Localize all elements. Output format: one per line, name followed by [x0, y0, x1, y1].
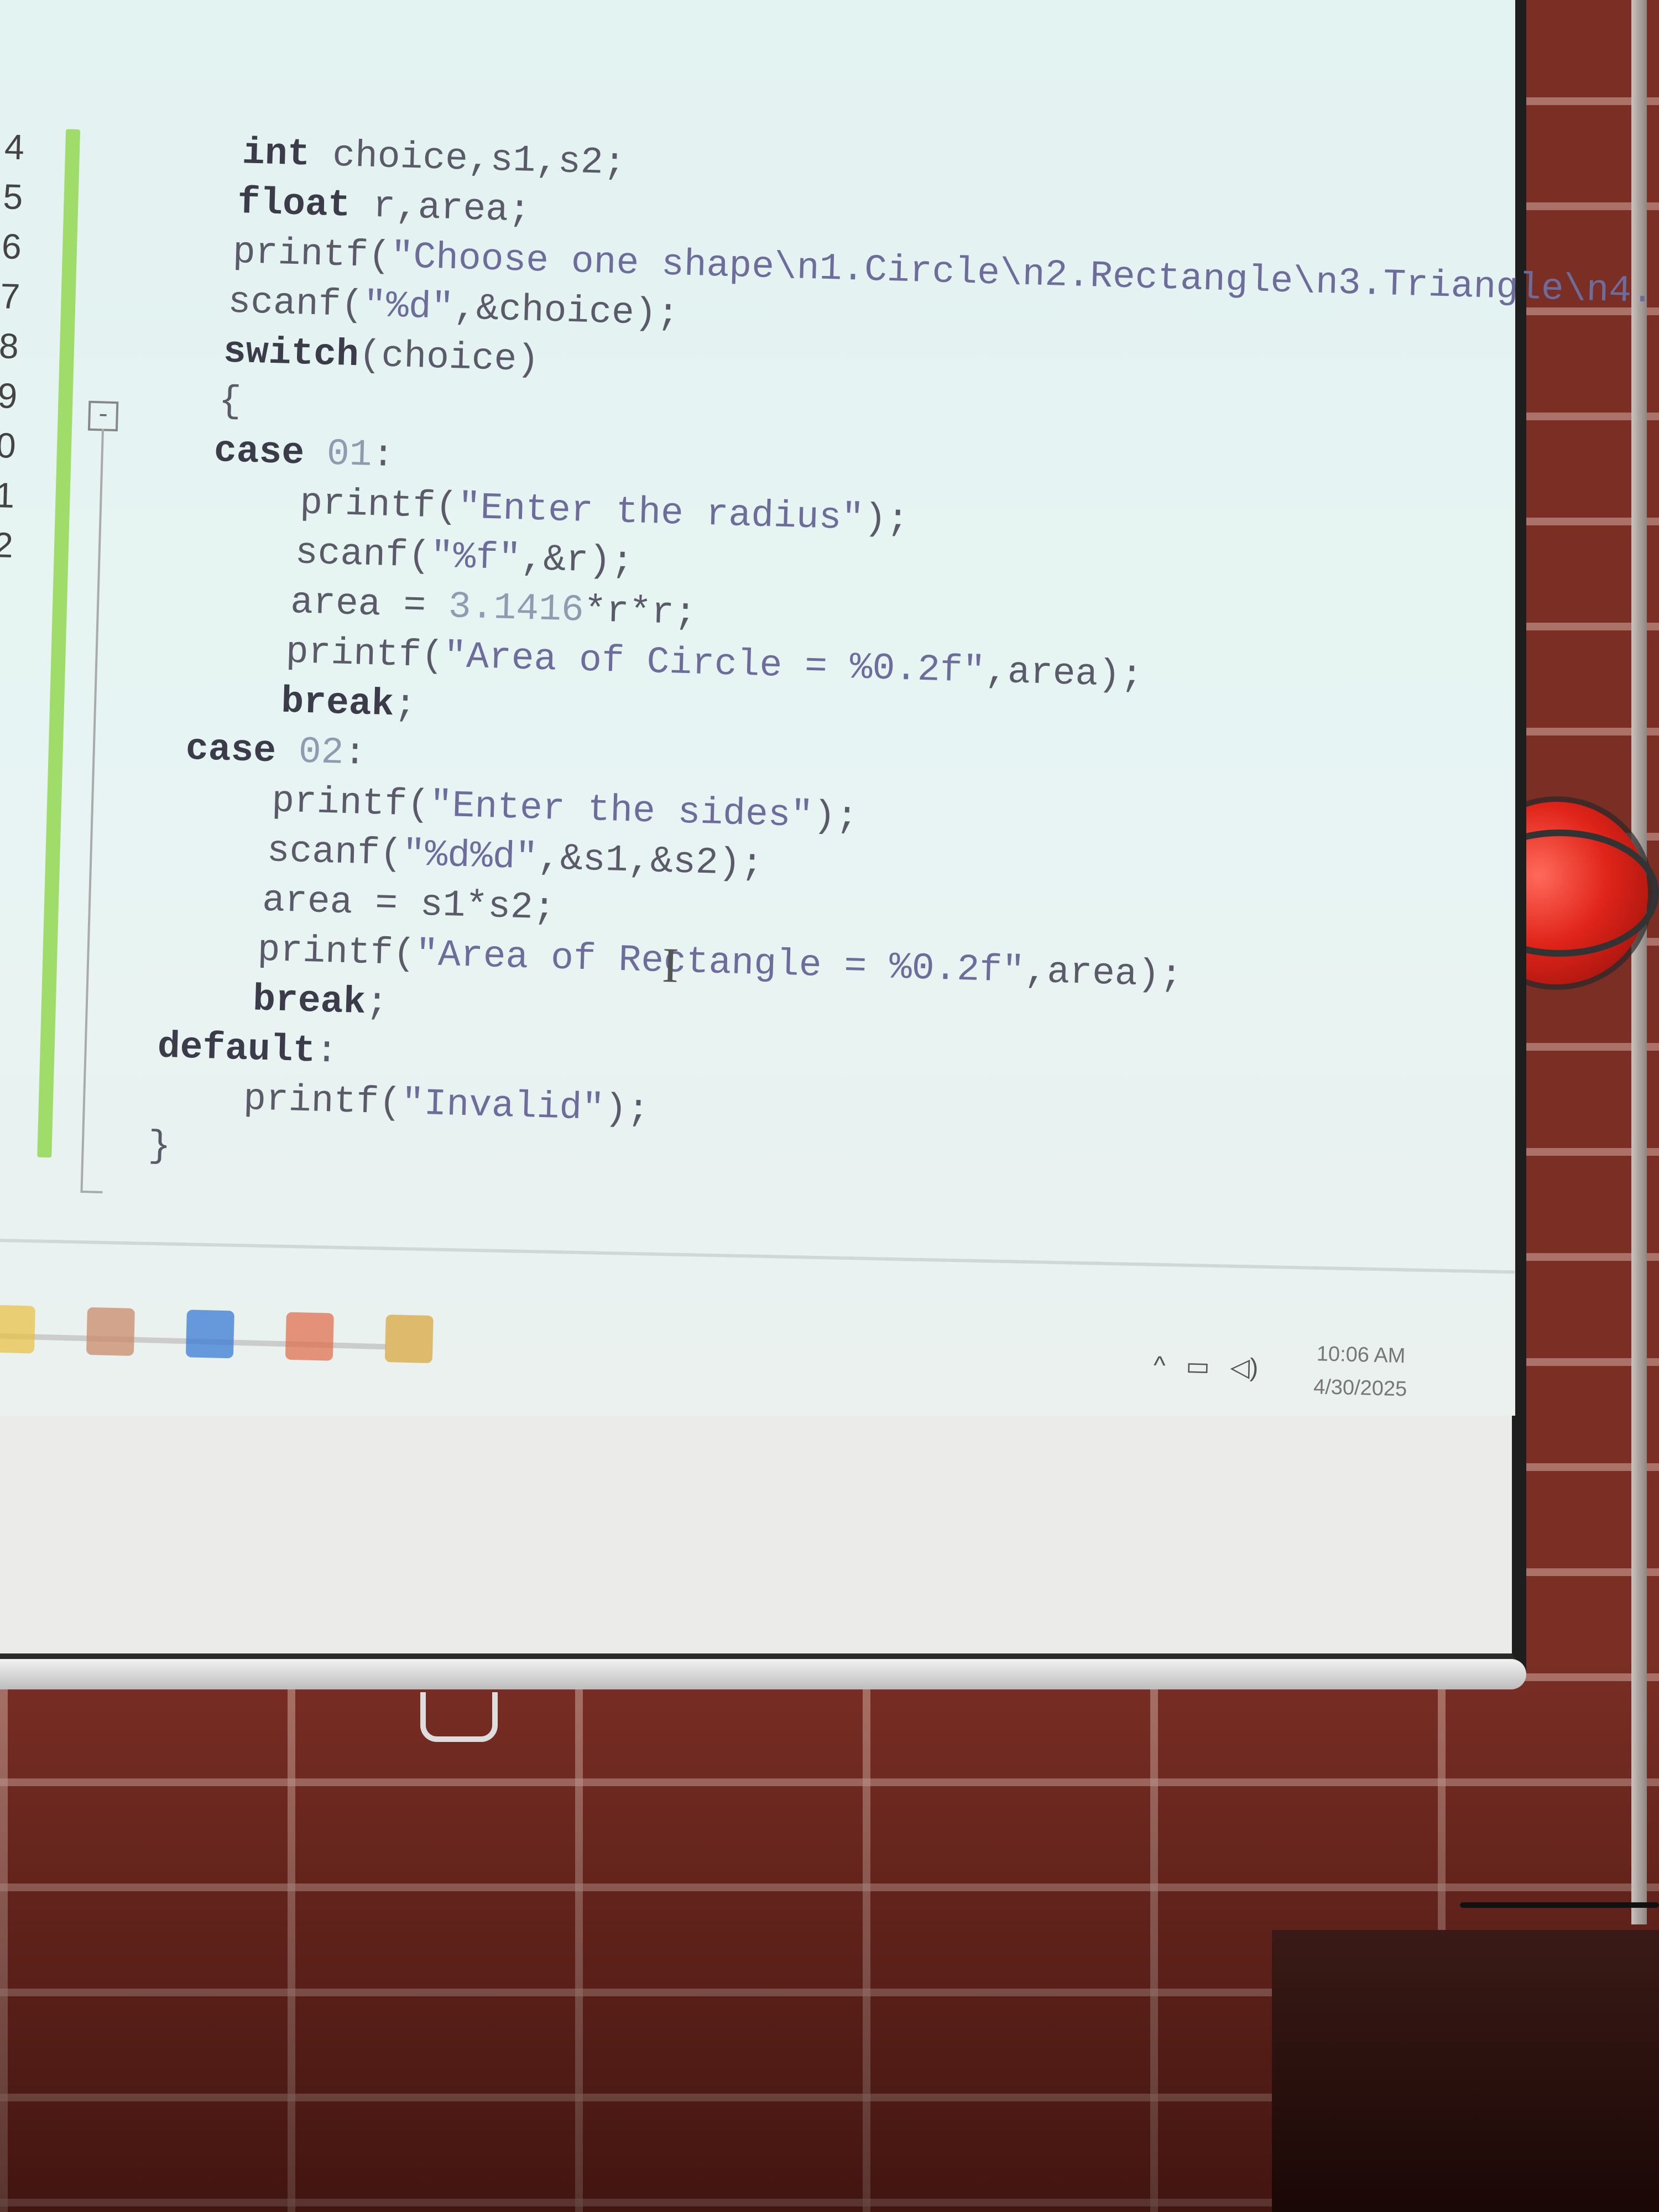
fold-guide-line: [80, 429, 105, 1192]
code-text: :: [343, 732, 367, 775]
code-line: break;: [252, 975, 389, 1029]
code-text: area =: [290, 581, 449, 628]
code-string: "Invalid": [400, 1082, 606, 1131]
code-text: (choice): [358, 334, 540, 382]
code-text: :: [315, 1030, 339, 1073]
code-text: r,area;: [349, 184, 531, 232]
code-string: "%d%d": [401, 833, 539, 880]
line-number: 9: [0, 375, 18, 416]
code-text: ,area);: [1024, 950, 1183, 998]
code-number: 01: [304, 432, 373, 477]
code-line: {: [218, 377, 242, 427]
line-number: 1: [0, 475, 15, 515]
code-text: ,&r);: [520, 538, 634, 584]
edge-browser-icon[interactable]: [185, 1310, 234, 1359]
code-keyword: float: [237, 181, 351, 227]
code-line: break;: [280, 677, 417, 731]
code-string: "%d": [363, 284, 455, 330]
line-number: 4: [4, 127, 25, 168]
screen-bottom-bar: [0, 1659, 1526, 1689]
code-line: switch(choice): [223, 327, 540, 385]
code-text: );: [863, 497, 910, 542]
network-icon[interactable]: ▭: [1186, 1350, 1211, 1381]
code-text: ,&s1,&s2);: [537, 837, 764, 886]
code-string: "Area of Rectangle = %0.2f": [415, 933, 1025, 993]
line-number: 2: [0, 524, 14, 565]
code-text: area = s1*s2;: [262, 879, 556, 930]
code-line: case 02:: [185, 724, 367, 779]
screen-pull-handle: [420, 1692, 498, 1742]
taskbar-clock[interactable]: 10:06 AM 4/30/2025: [1313, 1337, 1408, 1406]
volume-icon[interactable]: ◁): [1230, 1352, 1259, 1382]
code-editor[interactable]: 456789012 - int choice,s1,s2; float r,are…: [0, 111, 1655, 1350]
code-text: printf(: [285, 630, 445, 678]
system-tray: ^ ▭ ◁): [1153, 1350, 1272, 1383]
code-text: );: [812, 795, 859, 839]
projector-screen: 456789012 - int choice,s1,s2; float r,are…: [0, 0, 1655, 1676]
code-blocks-icon[interactable]: [285, 1312, 334, 1361]
code-text: ,&choice);: [453, 287, 680, 336]
clock-time: 10:06 AM: [1316, 1342, 1406, 1368]
fold-toggle-icon[interactable]: -: [87, 400, 119, 432]
code-text: }: [147, 1125, 171, 1168]
code-text: printf(: [257, 928, 416, 976]
code-keyword: break: [280, 680, 395, 727]
code-text: ;: [365, 982, 389, 1025]
power-cord: [1460, 1902, 1659, 1908]
text-cursor-icon: I: [661, 938, 680, 993]
code-text: :: [371, 434, 395, 478]
code-number: 3.1416: [447, 586, 585, 632]
fold-guide-end: [80, 1190, 103, 1193]
code-text: printf(: [243, 1078, 402, 1125]
line-number: 8: [0, 326, 19, 367]
code-text: printf(: [232, 231, 392, 278]
code-text: ,area);: [984, 650, 1144, 698]
code-keyword: switch: [222, 330, 359, 377]
line-number: 7: [0, 276, 21, 317]
code-line: area = s1*s2;: [262, 876, 556, 934]
file-explorer-icon[interactable]: [0, 1305, 36, 1354]
taskbar: ^ ▭ ◁) 10:06 AM 4/30/2025: [0, 1261, 1515, 1431]
code-line: default:: [157, 1022, 339, 1077]
code-line: printf("Invalid");: [243, 1074, 650, 1135]
code-number: 02: [275, 730, 345, 775]
code-keyword: default: [156, 1025, 316, 1073]
code-text: *r*r;: [583, 589, 697, 635]
cabinet: [1272, 1930, 1659, 2212]
code-keyword: case: [185, 727, 277, 773]
code-text: );: [603, 1088, 650, 1132]
code-string: "Enter the sides": [429, 784, 814, 838]
line-number: 6: [1, 226, 22, 267]
code-line: }: [148, 1121, 171, 1172]
code-line: float r,area;: [237, 178, 531, 236]
code-text: scanf(: [294, 531, 431, 578]
projected-desktop: 456789012 - int choice,s1,s2; float r,are…: [0, 0, 1655, 1416]
code-line: scanf("%f",&r);: [295, 528, 634, 587]
line-number: 0: [0, 425, 17, 466]
line-number: 5: [2, 176, 24, 217]
code-text: choice,s1,s2;: [309, 133, 627, 185]
code-string: "%f": [430, 535, 521, 581]
clock-date: 4/30/2025: [1313, 1375, 1407, 1401]
show-hidden-icons-chevron-icon[interactable]: ^: [1153, 1350, 1166, 1380]
photos-icon[interactable]: [86, 1307, 135, 1356]
code-keyword: break: [252, 978, 367, 1025]
code-line: printf("Area of Rectangle = %0.2f",area)…: [257, 926, 1183, 1001]
code-keyword: case: [213, 430, 305, 475]
code-text: {: [218, 380, 242, 424]
code-text: scanf(: [227, 280, 364, 327]
code-string: "Enter the radius": [457, 486, 865, 540]
app-tiles-icon[interactable]: [384, 1314, 434, 1364]
code-keyword: int: [241, 132, 311, 176]
code-string: "Area of Circle = %0.2f": [443, 635, 986, 693]
code-text: ;: [393, 684, 418, 727]
code-text: scanf(: [266, 830, 403, 876]
code-line: case 01:: [213, 426, 395, 481]
code-text: printf(: [271, 780, 430, 827]
code-text: printf(: [299, 482, 459, 529]
